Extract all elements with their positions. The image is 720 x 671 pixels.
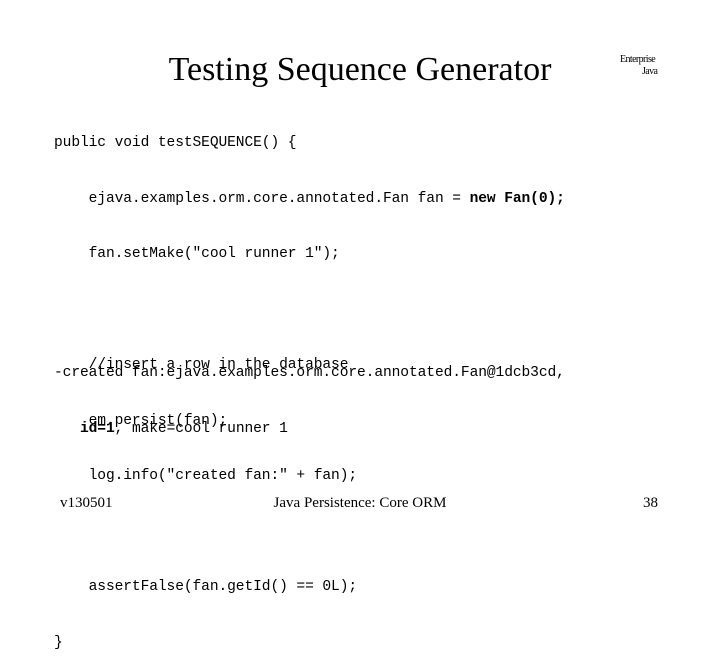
brand-logo: Enterprise Java — [612, 54, 672, 78]
output-line: id=1, make=cool runner 1 — [54, 420, 565, 439]
slide-title-text: Testing Sequence Generator — [168, 51, 552, 88]
footer-course-title: Java Persistence: Core ORM — [273, 495, 447, 511]
code-line: fan.setMake("cool runner 1"); — [54, 246, 340, 262]
code-line: } — [54, 634, 63, 651]
code-line: ejava.examples.orm.core.annotated.Fan fa… — [54, 190, 565, 209]
output-bold-text: id=1 — [79, 420, 115, 437]
code-line: log.info("created fan:" + fan); — [54, 468, 358, 484]
code-text: ejava.examples.orm.core.annotated.Fan fa… — [54, 190, 470, 207]
code-line: assertFalse(fan.getId() == 0L); — [54, 579, 358, 595]
footer-page-number: 38 — [643, 495, 658, 511]
brand-line-2: Java — [642, 66, 658, 77]
log-output: -created fan:ejava.examples.orm.core.ann… — [54, 327, 565, 457]
output-text: , make=cool runner 1 — [114, 420, 288, 437]
code-line: public void testSEQUENCE() { — [54, 135, 297, 151]
output-indent — [54, 421, 80, 437]
code-bold-text: new Fan(0); — [469, 190, 565, 207]
output-line: -created fan:ejava.examples.orm.core.ann… — [54, 365, 565, 381]
brand-line-1: Enterprise — [620, 54, 656, 65]
